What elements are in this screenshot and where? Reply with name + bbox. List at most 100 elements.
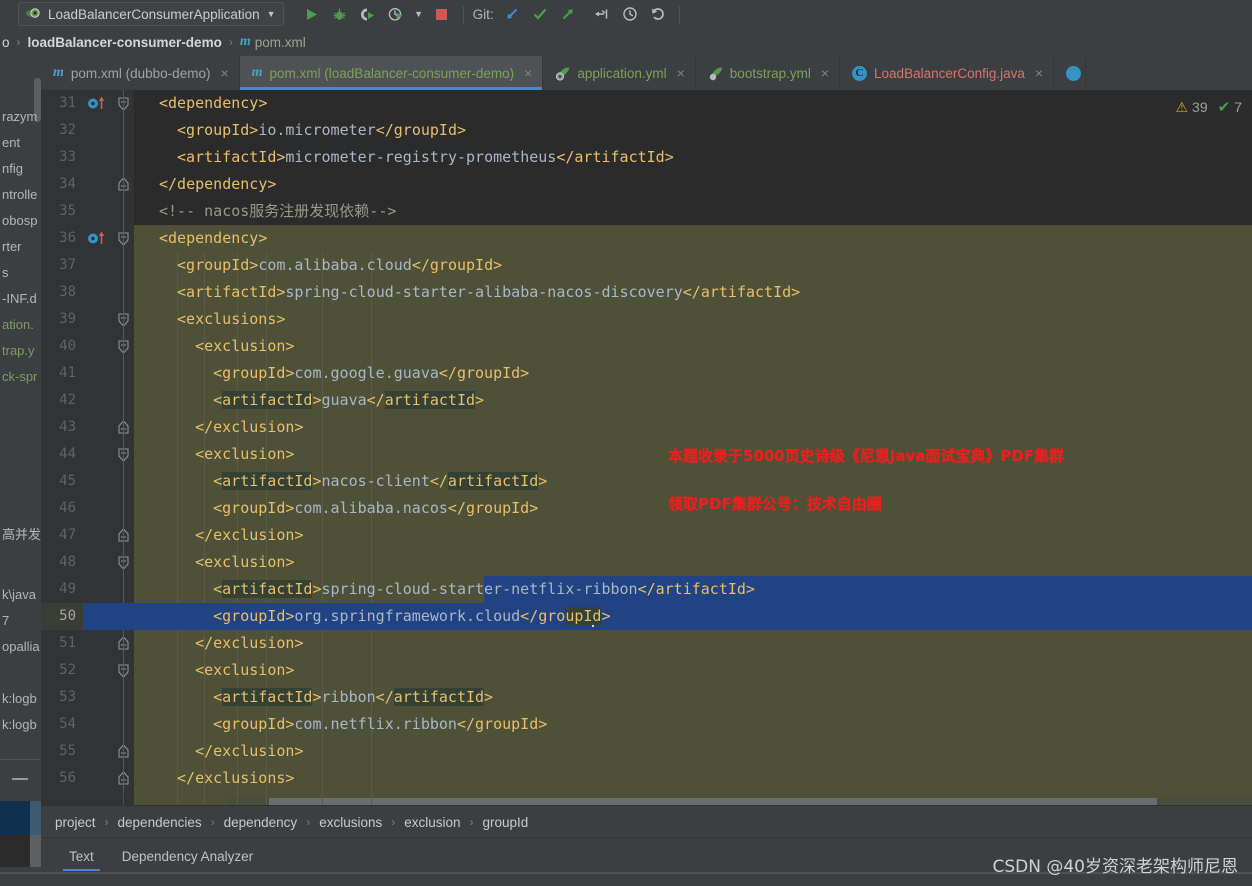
line-number: 55 [59, 743, 76, 759]
code-line[interactable]: <dependency> [134, 90, 1252, 117]
code-line[interactable]: <artifactId>nacos-client</artifactId> [134, 468, 1252, 495]
navbar-item-file[interactable]: pom.xml [255, 35, 306, 50]
fold-connector [123, 711, 124, 738]
run-icon[interactable] [298, 1, 326, 27]
git-push-icon[interactable] [554, 1, 582, 27]
close-icon[interactable]: × [821, 66, 829, 80]
navbar-separator: › [16, 35, 21, 49]
inspection-widget[interactable]: ⚠ 39 ✔ 7 [1175, 98, 1242, 117]
tab-dependency-analyzer[interactable]: Dependency Analyzer [108, 838, 267, 875]
git-label: Git: [472, 6, 494, 22]
maven-dependency-marker-icon[interactable] [87, 225, 109, 252]
code-editor[interactable]: ⚠ 39 ✔ 7 31 32 33 34 35 36 37 38 39 40 41 42 43 44 45 4… [41, 90, 1252, 805]
maven-icon: m [251, 65, 263, 80]
profiler-dropdown-icon[interactable]: ▼ [410, 1, 428, 27]
list-item[interactable]: opallia [0, 634, 41, 660]
tab-dependency-analyzer-label: Dependency Analyzer [121, 849, 254, 864]
code-line[interactable]: <artifactId>guava</artifactId> [134, 387, 1252, 414]
left-panel-divider [0, 759, 41, 760]
editor-tab-bootstrap-yml[interactable]: bootstrap.yml × [695, 56, 841, 90]
code-line[interactable]: <groupId>com.alibaba.cloud</groupId> [134, 252, 1252, 279]
code-line[interactable]: <groupId>com.netflix.ribbon</groupId> [134, 711, 1252, 738]
code-line[interactable]: </exclusion> [134, 738, 1252, 765]
editor-tab-pom-loadbalancer[interactable]: m pom.xml (loadBalancer-consumer-demo) × [239, 56, 544, 90]
list-item[interactable]: 7 [0, 608, 41, 634]
breadcrumb-separator: › [469, 815, 474, 829]
breadcrumb-item-dependency[interactable]: dependency [224, 815, 298, 830]
breadcrumb-item-project[interactable]: project [55, 815, 96, 830]
horizontal-scrollbar-track[interactable] [227, 798, 1252, 805]
list-item[interactable]: -INF.d [0, 286, 41, 312]
editor-tab-application-yml[interactable]: application.yml × [543, 56, 696, 90]
list-item[interactable]: razym [0, 104, 41, 130]
editor-tab-label: pom.xml (loadBalancer-consumer-demo) [269, 65, 515, 81]
code-line[interactable]: <exclusion> [134, 549, 1252, 576]
list-item[interactable]: rter [0, 234, 41, 260]
profiler-icon[interactable] [382, 1, 410, 27]
list-item[interactable]: ent [0, 130, 41, 156]
maven-dependency-marker-icon[interactable] [87, 90, 109, 117]
left-panel-scrollbar-thumb-2[interactable] [30, 835, 41, 867]
navbar-item-project[interactable]: o [2, 35, 10, 50]
stop-icon[interactable] [428, 1, 456, 27]
close-icon[interactable]: × [524, 66, 532, 80]
list-item[interactable]: 高并发 [0, 522, 41, 548]
breadcrumb-item-exclusion[interactable]: exclusion [404, 815, 460, 830]
breadcrumb-item-groupid[interactable]: groupId [483, 815, 529, 830]
undo-icon[interactable] [644, 1, 672, 27]
close-icon[interactable]: × [1035, 66, 1043, 80]
list-item[interactable]: k\java [0, 582, 41, 608]
breadcrumb-item-exclusions[interactable]: exclusions [319, 815, 382, 830]
code-line[interactable]: <groupId>com.google.guava</groupId> [134, 360, 1252, 387]
code-line[interactable]: <exclusions> [134, 306, 1252, 333]
code-line[interactable]: <artifactId>spring-cloud-starter-netflix… [134, 576, 1252, 603]
collapse-icon[interactable] [12, 778, 28, 780]
git-commit-icon[interactable] [526, 1, 554, 27]
overlay-annotation-line2: 领取PDF集群公号：技术自由圈 [668, 495, 882, 513]
tab-text[interactable]: Text [55, 838, 108, 875]
breadcrumb-item-dependencies[interactable]: dependencies [118, 815, 202, 830]
line-number: 52 [59, 662, 76, 678]
list-item[interactable]: k:logb [0, 686, 41, 712]
navbar-item-module[interactable]: loadBalancer-consumer-demo [28, 35, 222, 50]
code-line[interactable]: <artifactId>ribbon</artifactId> [134, 684, 1252, 711]
git-history-icon[interactable] [616, 1, 644, 27]
horizontal-scrollbar-thumb[interactable] [269, 798, 1157, 805]
close-icon[interactable]: × [677, 66, 685, 80]
run-configuration-selector[interactable]: LoadBalancerConsumerApplication ▼ [18, 2, 284, 26]
list-item[interactable]: s [0, 260, 41, 286]
code-line[interactable]: </exclusion> [134, 630, 1252, 657]
code-line[interactable]: <exclusion> [134, 333, 1252, 360]
list-item[interactable]: ation. [0, 312, 41, 338]
code-line[interactable]: <!-- nacos服务注册发现依赖--> [134, 198, 1252, 225]
code-line[interactable]: <groupId>io.micrometer</groupId> [134, 117, 1252, 144]
list-item[interactable]: ck-spr [0, 364, 41, 390]
text-selection-gutter [83, 603, 134, 630]
code-line[interactable]: </exclusion> [134, 522, 1252, 549]
code-line[interactable]: </exclusions> [134, 765, 1252, 792]
list-item[interactable]: obosp [0, 208, 41, 234]
list-item[interactable]: ntrolle [0, 182, 41, 208]
code-line[interactable]: </dependency> [134, 171, 1252, 198]
code-line[interactable]: <exclusion> [134, 657, 1252, 684]
run-with-coverage-icon[interactable] [354, 1, 382, 27]
code-line[interactable]: <artifactId>spring-cloud-starter-alibaba… [134, 279, 1252, 306]
left-panel-scrollbar-thumb[interactable] [30, 801, 41, 835]
list-item[interactable]: nfig [0, 156, 41, 182]
code-line[interactable]: <dependency> [134, 225, 1252, 252]
chevron-down-icon[interactable]: ▼ [267, 9, 276, 19]
code-line[interactable]: <groupId>org.springframework.cloud</grou… [134, 603, 1252, 630]
code-line[interactable]: <artifactId>micrometer-registry-promethe… [134, 144, 1252, 171]
list-item[interactable]: k:logb [0, 712, 41, 738]
close-icon[interactable]: × [220, 66, 228, 80]
git-update-project-icon[interactable] [498, 1, 526, 27]
list-item[interactable]: trap.y [0, 338, 41, 364]
editor-gutter[interactable]: 31 32 33 34 35 36 37 38 39 40 41 42 43 44 45 46 47 48 49 50… [41, 90, 134, 805]
code-line[interactable]: </exclusion> [134, 414, 1252, 441]
debug-icon[interactable] [326, 1, 354, 27]
git-rollback-icon[interactable] [588, 1, 616, 27]
fold-connector [123, 441, 124, 468]
editor-tab-pom-dubbo[interactable]: m pom.xml (dubbo-demo) × [41, 56, 240, 90]
editor-tab-loadbalancerconfig-java[interactable]: C LoadBalancerConfig.java × [840, 56, 1055, 90]
editor-tab-overflow[interactable] [1054, 56, 1087, 90]
